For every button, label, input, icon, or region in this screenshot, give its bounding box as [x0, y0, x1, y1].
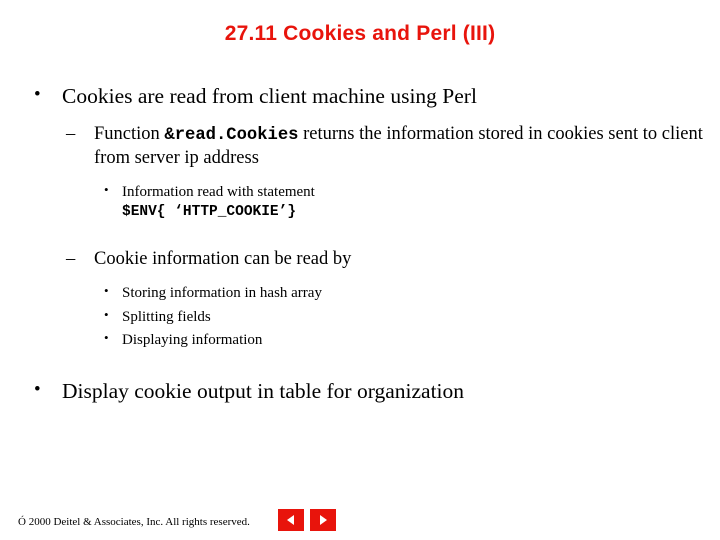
bullet-level3-information-read: • Information read with statement $ENV{ … [0, 182, 720, 222]
dash-glyph-icon: – [66, 124, 76, 145]
bullet-glyph-icon: • [104, 306, 109, 322]
bullet-level1-text: Display cookie output in table for organ… [62, 379, 465, 404]
bullet-glyph-icon: • [104, 182, 109, 198]
bullet-level3-text: Displaying information [122, 331, 263, 348]
bullet-level3-displaying-information: • Displaying information [0, 329, 720, 349]
slide: 27.11 Cookies and Perl (III) • Cookies a… [0, 0, 720, 540]
bullet-level2-cookie-information: – Cookie information can be read by [0, 248, 720, 270]
bullet-level1-display-cookie-output: • Display cookie output in table for org… [0, 379, 720, 404]
bullet-level3-text: Storing information in hash array [122, 285, 322, 302]
navigation-controls [278, 509, 336, 531]
copyright-footer: Ó 2000 Deitel & Associates, Inc. All rig… [18, 516, 250, 528]
bullet-level2-text-pre: Function [94, 124, 165, 145]
bullet-level3-text: Splitting fields [122, 308, 211, 325]
bullet-glyph-icon: • [34, 84, 41, 105]
code-read-cookies: &read.Cookies [164, 126, 299, 146]
bullet-level3-storing-information: • Storing information in hash array [0, 283, 720, 302]
bullet-level3-text: Information read with statement [122, 184, 315, 201]
bullet-glyph-icon: • [34, 379, 41, 401]
triangle-right-icon [320, 515, 327, 525]
code-env-http-cookie: $ENV{ ‘HTTP_COOKIE’} [122, 204, 297, 221]
bullet-level1-cookies-read: • Cookies are read from client machine u… [0, 84, 720, 109]
page-title: 27.11 Cookies and Perl (III) [224, 22, 496, 45]
bullet-glyph-icon: • [104, 283, 109, 299]
bullet-level2-function-readcookies: – Function &read.Cookies returns the inf… [0, 123, 720, 169]
bullet-level2-text: Cookie information can be read by [94, 249, 352, 270]
bullet-level1-text: Cookies are read from client machine usi… [62, 84, 477, 108]
dash-glyph-icon: – [66, 249, 76, 270]
triangle-left-icon [287, 515, 294, 525]
bullet-glyph-icon: • [104, 329, 109, 345]
next-slide-button[interactable] [310, 509, 336, 531]
bullet-level3-splitting-fields: • Splitting fields [0, 306, 720, 326]
slide-body: • Cookies are read from client machine u… [0, 84, 720, 405]
previous-slide-button[interactable] [278, 509, 304, 531]
